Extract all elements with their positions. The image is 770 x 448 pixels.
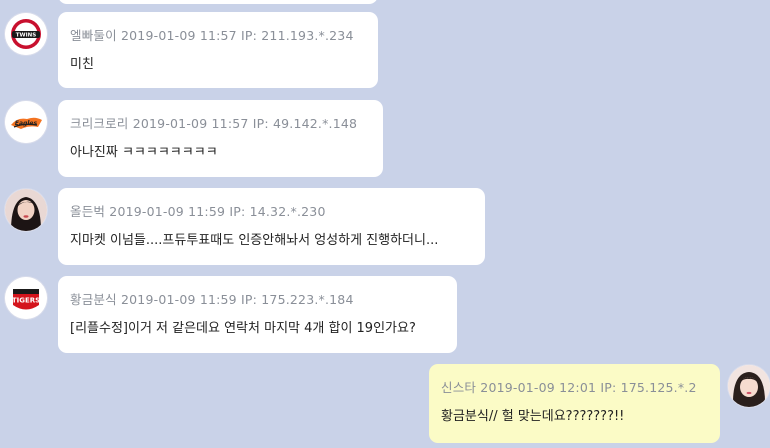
- username[interactable]: 신스타: [441, 380, 476, 395]
- eagles-logo-icon: Eagles: [5, 101, 47, 143]
- message-text: 황금분식// 헐 맞는데요???????!!: [441, 409, 625, 424]
- ip-address: 14.32.*.230: [249, 204, 326, 219]
- username[interactable]: 크리크로리: [70, 116, 129, 131]
- ip-address: 49.142.*.148: [272, 116, 358, 131]
- svg-text:TWINS: TWINS: [16, 33, 36, 39]
- ip-label: IP:: [252, 116, 269, 131]
- timestamp: 2019-01-09 12:01: [480, 380, 597, 395]
- twins-logo-icon: TWINS: [5, 13, 47, 55]
- message-text: [리플수정]이거 저 같은데요 연락처 마지막 4개 합이 19인가요?: [70, 321, 416, 336]
- message-meta: 황금분식 2019-01-09 11:59 IP: 175.223.*.184: [70, 289, 354, 308]
- ip-label: IP:: [229, 204, 246, 219]
- tigers-logo-icon: TIGERS: [5, 277, 47, 319]
- username[interactable]: 황금분식: [70, 292, 117, 307]
- message-text: 지마켓 이넘들....프듀투표때도 인증안해놔서 엉성하게 진행하더니...: [70, 233, 439, 248]
- timestamp: 2019-01-09 11:59: [109, 204, 226, 219]
- username[interactable]: 올든벅: [70, 204, 105, 219]
- message-bubble: 엘빠둘이 2019-01-09 11:57 IP: 211.193.*.234 …: [58, 12, 378, 88]
- message-bubble: 크리크로리 2019-01-09 11:57 IP: 49.142.*.148 …: [58, 100, 383, 177]
- svg-text:Eagles: Eagles: [15, 120, 38, 127]
- message-meta: 올든벅 2019-01-09 11:59 IP: 14.32.*.230: [70, 201, 326, 220]
- previous-message-bubble: [58, 0, 378, 4]
- message-meta: 크리크로리 2019-01-09 11:57 IP: 49.142.*.148: [70, 113, 357, 132]
- avatar[interactable]: [5, 189, 47, 231]
- svg-text:TIGERS: TIGERS: [12, 297, 40, 305]
- message-text: 미친: [70, 57, 94, 72]
- timestamp: 2019-01-09 11:59: [121, 292, 237, 307]
- ip-address: 211.193.*.234: [261, 28, 354, 43]
- avatar[interactable]: TIGERS: [5, 277, 47, 319]
- timestamp: 2019-01-09 11:57: [132, 116, 249, 131]
- avatar[interactable]: [728, 365, 770, 407]
- message-bubble: 황금분식 2019-01-09 11:59 IP: 175.223.*.184 …: [58, 276, 457, 353]
- ip-label: IP:: [241, 28, 258, 43]
- username[interactable]: 엘빠둘이: [70, 28, 117, 43]
- ip-address: 175.223.*.184: [261, 292, 354, 307]
- ip-address: 175.125.*.2: [620, 380, 697, 395]
- avatar[interactable]: Eagles: [5, 101, 47, 143]
- message-meta: 신스타 2019-01-09 12:01 IP: 175.125.*.2: [441, 377, 697, 396]
- message-bubble: 올든벅 2019-01-09 11:59 IP: 14.32.*.230 지마켓…: [58, 188, 485, 265]
- timestamp: 2019-01-09 11:57: [121, 28, 237, 43]
- message-bubble: 신스타 2019-01-09 12:01 IP: 175.125.*.2 황금분…: [429, 364, 720, 443]
- profile-photo-icon: [5, 189, 47, 231]
- ip-label: IP:: [600, 380, 617, 395]
- message-meta: 엘빠둘이 2019-01-09 11:57 IP: 211.193.*.234: [70, 25, 354, 44]
- avatar[interactable]: TWINS: [5, 13, 47, 55]
- message-text: 아나진짜 ㅋㅋㅋㅋㅋㅋㅋㅋ: [70, 145, 218, 160]
- ip-label: IP:: [241, 292, 258, 307]
- profile-photo-icon: [728, 365, 770, 407]
